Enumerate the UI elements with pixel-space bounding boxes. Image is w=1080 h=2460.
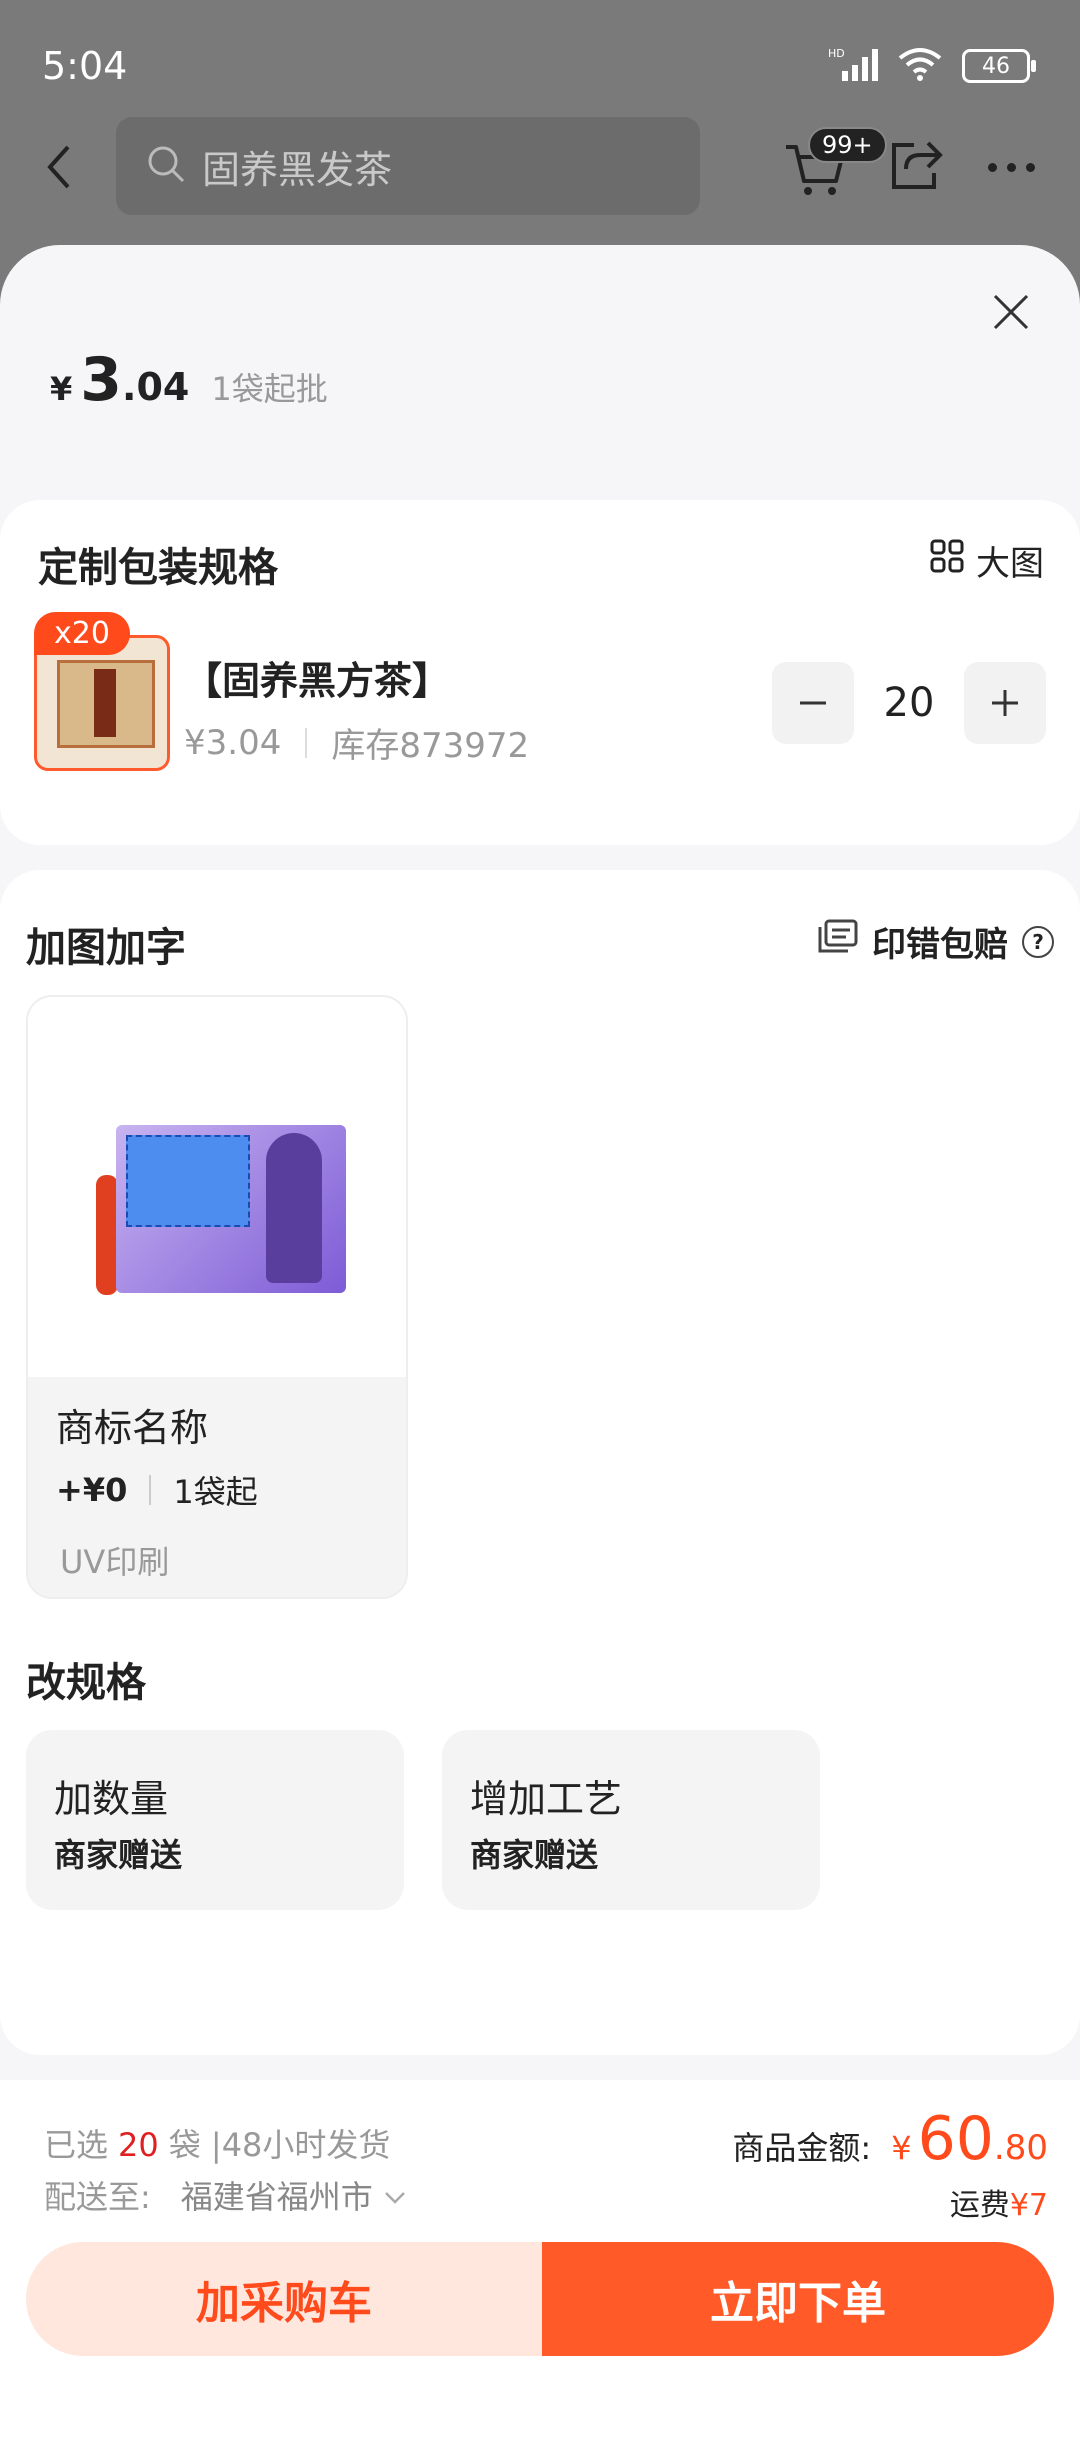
- status-bar: 5:04 HD 46: [0, 0, 1080, 130]
- cart-badge: 99+: [808, 127, 887, 163]
- price-decimal: .04: [122, 365, 190, 409]
- help-icon[interactable]: ?: [1022, 925, 1054, 958]
- add-to-cart-button[interactable]: 加采购车: [26, 2242, 542, 2356]
- divider: [305, 727, 308, 758]
- share-icon[interactable]: [888, 137, 944, 197]
- close-icon[interactable]: [992, 293, 1030, 331]
- ship-label: 配送至:: [44, 2178, 151, 2216]
- quantity-stepper: 20: [772, 662, 1046, 744]
- product-meta: ¥3.04 库存873972: [184, 718, 529, 767]
- back-icon[interactable]: [40, 137, 80, 197]
- add-craft-card[interactable]: 增加工艺 商家赠送: [442, 1730, 820, 1910]
- wifi-icon: [896, 46, 944, 86]
- option-price-row: +¥0 1袋起: [56, 1467, 258, 1513]
- more-icon[interactable]: [988, 163, 1035, 172]
- product-thumbnail[interactable]: [34, 635, 170, 771]
- signal-icon: HD: [828, 47, 878, 85]
- product-name: 【固养黑方茶】: [184, 659, 451, 703]
- option-name: 商标名称: [56, 1406, 209, 1450]
- increase-button[interactable]: [964, 662, 1046, 744]
- price-currency: ¥: [50, 370, 73, 408]
- option-price: +¥0: [56, 1471, 128, 1509]
- total-decimal: .80: [993, 2128, 1048, 2168]
- price-integer: 3: [80, 345, 123, 415]
- selected-suffix: 袋 |48小时发货: [168, 2126, 391, 2164]
- chevron-down-icon: [383, 2176, 407, 2214]
- grid-icon: [930, 539, 964, 582]
- divider: [149, 1475, 152, 1505]
- total-amount: 商品金额: ¥ 60 .80: [732, 2104, 1048, 2174]
- big-view-button[interactable]: 大图: [930, 536, 1044, 585]
- freight-value: ¥7: [1009, 2188, 1048, 2223]
- buy-now-button[interactable]: 立即下单: [542, 2242, 1054, 2356]
- spec-card: 定制包装规格 大图 【固养黑方茶】 ¥3.04 库存873972 20: [0, 500, 1080, 845]
- logo-option-card[interactable]: 商标名称 +¥0 1袋起 UV印刷: [26, 995, 408, 1599]
- plus-icon: [992, 690, 1018, 716]
- svg-text:HD: HD: [828, 47, 845, 60]
- total-currency: ¥: [891, 2129, 912, 2167]
- status-icons: HD 46: [828, 46, 1036, 86]
- card-sub: 商家赠送: [54, 1836, 183, 1874]
- total-integer: 60: [917, 2104, 994, 2174]
- option-tech: UV印刷: [60, 1543, 170, 1581]
- card-name: 加数量: [54, 1777, 169, 1821]
- search-text: 固养黑发茶: [202, 147, 393, 192]
- spec-title: 定制包装规格: [38, 545, 278, 591]
- document-icon: [818, 919, 858, 964]
- box-image: [116, 1125, 346, 1293]
- selected-count: 20: [118, 2126, 159, 2164]
- battery-icon: 46: [962, 49, 1036, 83]
- freight-label: 运费: [949, 2188, 1010, 2223]
- min-order: 1袋起批: [211, 370, 328, 408]
- selected-summary: 已选 20 袋 |48小时发货: [44, 2120, 390, 2166]
- add-quantity-card[interactable]: 加数量 商家赠送: [26, 1730, 404, 1910]
- vial-image: [96, 1175, 118, 1295]
- product-stock: 库存873972: [331, 726, 530, 766]
- card-sub: 商家赠送: [470, 1836, 599, 1874]
- checkout-footer: 已选 20 袋 |48小时发货 配送至: 福建省福州市 商品金额: ¥ 60 .80…: [0, 2080, 1080, 2460]
- selected-prefix: 已选: [44, 2126, 109, 2164]
- unit-price: ¥ 3 .04 1袋起批: [50, 345, 328, 415]
- minus-icon: [800, 701, 826, 705]
- big-view-label: 大图: [976, 544, 1044, 584]
- freight: 运费¥7: [950, 2180, 1048, 2224]
- guarantee-link[interactable]: 印错包赔 ?: [818, 917, 1054, 966]
- product-image: [57, 660, 155, 748]
- option-image: [28, 997, 406, 1377]
- status-time: 5:04: [42, 44, 128, 88]
- customize-card: 加图加字 印错包赔 ? 商标名称 +¥0 1袋起 UV印刷 改规格 加数量 商家…: [0, 870, 1080, 2055]
- top-navigation: 固养黑发茶 99+: [0, 115, 1080, 225]
- quantity-value[interactable]: 20: [854, 680, 964, 726]
- change-spec-title: 改规格: [26, 1660, 146, 1706]
- ship-address: 福建省福州市: [180, 2178, 373, 2216]
- card-name: 增加工艺: [470, 1777, 623, 1821]
- decrease-button[interactable]: [772, 662, 854, 744]
- product-price: ¥3.04: [184, 722, 282, 763]
- search-icon: [146, 144, 186, 188]
- quantity-badge: x20: [34, 612, 130, 655]
- search-input[interactable]: 固养黑发茶: [116, 117, 700, 215]
- guarantee-label: 印错包赔: [872, 925, 1008, 965]
- shipping-destination[interactable]: 配送至: 福建省福州市: [44, 2172, 407, 2218]
- option-min: 1袋起: [173, 1473, 258, 1511]
- total-label: 商品金额:: [732, 2129, 872, 2167]
- customize-title: 加图加字: [26, 925, 186, 971]
